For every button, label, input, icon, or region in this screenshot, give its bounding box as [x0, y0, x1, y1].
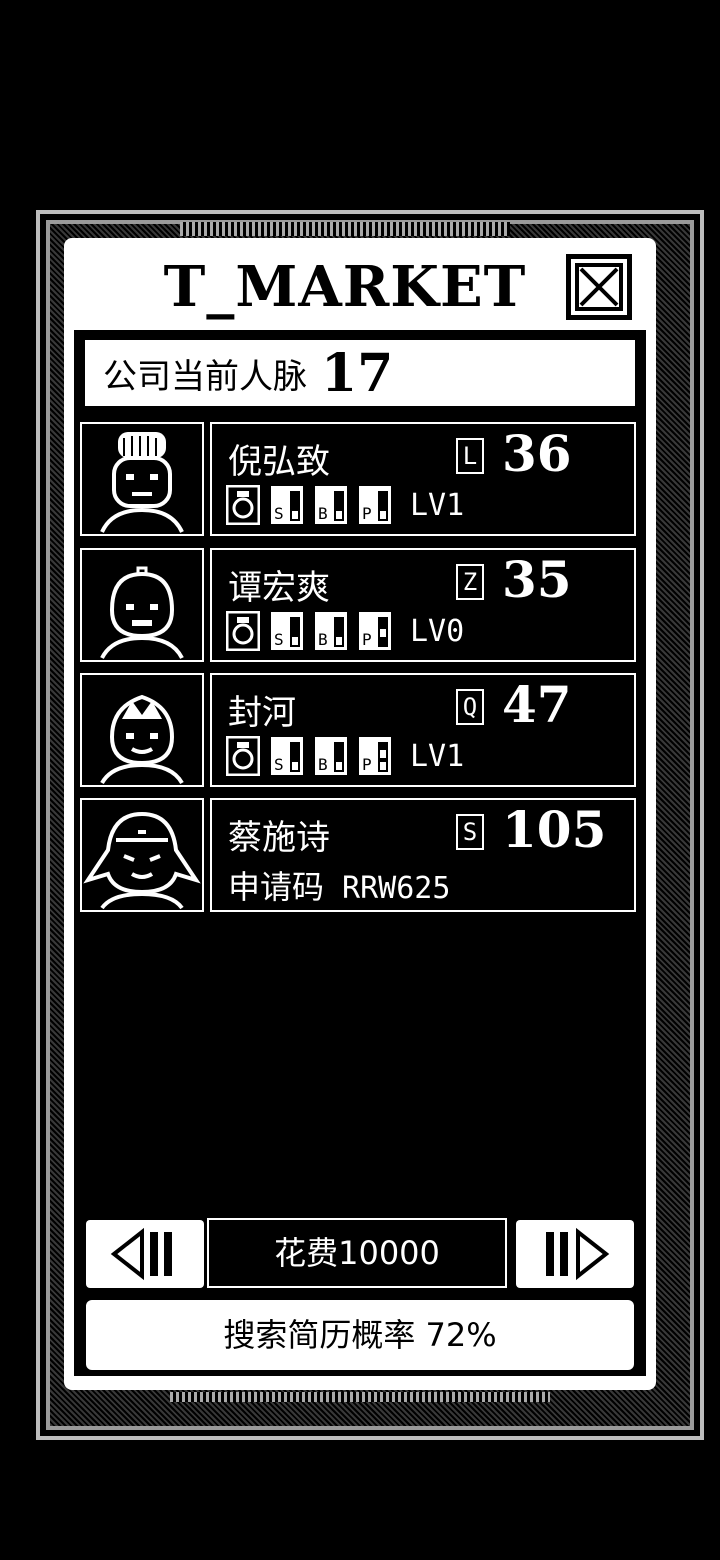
page-title: T_MARKET	[163, 254, 527, 320]
candidate-info[interactable]: 封河 Q 47 S B P LV1	[210, 673, 636, 787]
p-stat-icon: P	[359, 612, 391, 650]
candidate-row[interactable]: 蔡施诗 S 105 申请码 RRW625	[80, 798, 636, 912]
svg-text:B: B	[318, 504, 328, 523]
svg-text:S: S	[274, 755, 284, 774]
cost-display: 花费10000	[207, 1218, 507, 1288]
svg-text:P: P	[362, 630, 372, 649]
prev-page-button[interactable]	[86, 1220, 204, 1288]
stats-row: S B P LV1	[226, 484, 464, 526]
candidate-level: LV1	[410, 487, 465, 523]
ring-icon	[226, 485, 260, 525]
s-stat-icon: S	[271, 612, 303, 650]
spiky-hair-face-icon[interactable]	[80, 673, 204, 787]
candidate-name: 蔡施诗	[228, 818, 330, 858]
candidate-name: 倪弘致	[228, 442, 330, 482]
candidate-score: 47	[502, 675, 572, 734]
b-stat-icon: B	[315, 737, 347, 775]
candidate-score: 36	[502, 424, 572, 483]
b-stat-icon: B	[315, 612, 347, 650]
svg-text:S: S	[274, 630, 284, 649]
s-stat-icon: S	[271, 486, 303, 524]
chef-face-icon[interactable]	[80, 422, 204, 536]
svg-text:P: P	[362, 755, 372, 774]
rank-badge: L	[456, 438, 484, 474]
rank-badge: Q	[456, 689, 484, 725]
frame-ornament-bottom	[170, 1392, 550, 1402]
candidate-score: 35	[502, 550, 572, 609]
network-bar: 公司当前人脉 17	[82, 337, 638, 409]
ring-icon	[226, 611, 260, 651]
search-resume-button[interactable]: 搜索简历概率 72%	[86, 1300, 634, 1370]
stats-row: S B P LV0	[226, 610, 464, 652]
p-stat-icon: P	[359, 486, 391, 524]
candidate-level: LV0	[410, 613, 465, 649]
application-code: 申请码 RRW625	[228, 862, 450, 908]
candidate-name: 谭宏爽	[228, 568, 330, 608]
frame-ornament-top	[180, 222, 510, 236]
long-hair-face-icon[interactable]	[80, 798, 204, 912]
svg-text:B: B	[318, 755, 328, 774]
candidate-row[interactable]: 封河 Q 47 S B P LV1	[80, 673, 636, 787]
close-icon	[571, 259, 627, 315]
candidate-row[interactable]: 倪弘致 L 36 S B P LV1	[80, 422, 636, 536]
candidate-score: 105	[502, 800, 607, 859]
ring-icon	[226, 736, 260, 776]
arrow-left-icon	[110, 1227, 172, 1281]
candidate-info[interactable]: 谭宏爽 Z 35 S B P LV0	[210, 548, 636, 662]
p-stat-icon: P	[359, 737, 391, 775]
network-value: 17	[321, 342, 394, 404]
svg-text:B: B	[318, 630, 328, 649]
candidate-name: 封河	[228, 693, 296, 733]
application-code-label: 申请码	[228, 868, 325, 906]
rank-badge: Z	[456, 564, 484, 600]
svg-text:S: S	[274, 504, 284, 523]
arrow-right-icon	[546, 1227, 610, 1281]
candidate-row[interactable]: 谭宏爽 Z 35 S B P LV0	[80, 548, 636, 662]
svg-text:P: P	[362, 504, 372, 523]
application-code-value: RRW625	[342, 871, 451, 906]
s-stat-icon: S	[271, 737, 303, 775]
rank-badge: S	[456, 814, 484, 850]
close-button[interactable]	[566, 254, 632, 320]
candidate-info[interactable]: 倪弘致 L 36 S B P LV1	[210, 422, 636, 536]
next-page-button[interactable]	[516, 1220, 634, 1288]
candidate-info[interactable]: 蔡施诗 S 105 申请码 RRW625	[210, 798, 636, 912]
network-label: 公司当前人脉	[103, 356, 307, 397]
bald-face-icon[interactable]	[80, 548, 204, 662]
candidate-level: LV1	[410, 738, 465, 774]
stats-row: S B P LV1	[226, 735, 464, 777]
b-stat-icon: B	[315, 486, 347, 524]
